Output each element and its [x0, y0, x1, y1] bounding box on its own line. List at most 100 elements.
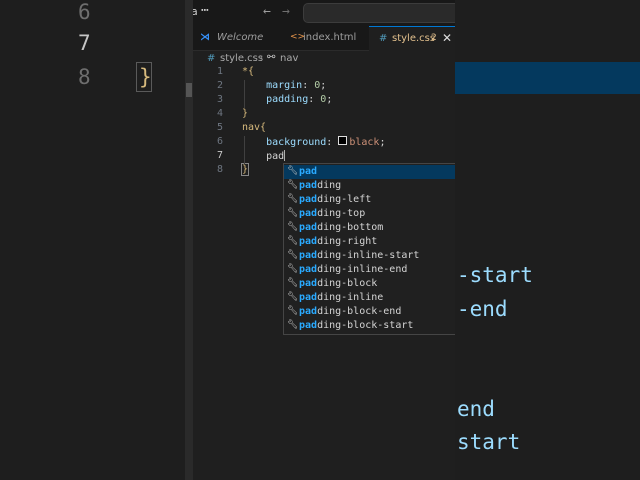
suggestion-match: pad — [299, 194, 318, 205]
tab-welcome[interactable]: ⋊ Welcome — [193, 26, 281, 50]
suggestion-match: pad — [299, 208, 318, 219]
suggestion-label: pad — [299, 166, 317, 177]
problems-count-badge: 2 — [431, 33, 437, 43]
line-number: 7 — [216, 150, 223, 161]
code-token: *{ — [242, 66, 255, 77]
code-token: ; — [320, 80, 327, 91]
tab-style-css[interactable]: # style.css 2 ✕ — [369, 26, 455, 51]
code-line[interactable]: margin: 0; — [242, 80, 326, 91]
code-line[interactable]: background: black; — [242, 136, 385, 148]
backdrop-selection — [455, 62, 640, 94]
code-line[interactable]: } — [240, 163, 250, 176]
backdrop-line-number: 6 — [78, 0, 91, 24]
code-token: padding — [242, 94, 309, 105]
code-line[interactable]: } — [242, 108, 248, 119]
css-hash-icon: # — [207, 53, 216, 64]
arrow-left-icon[interactable]: ← — [263, 4, 271, 19]
suggestion-match: pad — [299, 278, 318, 289]
code-line[interactable]: nav{ — [242, 122, 266, 133]
code-line[interactable]: *{ — [242, 66, 254, 77]
suggestion-item[interactable]: 🔧︎ padding-right — [284, 235, 455, 249]
code-line[interactable]: padding: 0; — [242, 94, 332, 105]
line-number: 4 — [216, 108, 223, 119]
suggestion-item[interactable]: 🔧︎ pad — [284, 165, 455, 179]
close-icon[interactable]: ✕ — [442, 31, 452, 45]
breadcrumb: # style.css › ⚯ nav — [193, 50, 455, 68]
suggestion-match: pad — [299, 236, 318, 247]
wrench-icon: 🔧︎ — [287, 236, 299, 246]
suggestion-match: pad — [299, 320, 318, 331]
wrench-icon: 🔧︎ — [287, 306, 299, 316]
color-swatch[interactable] — [338, 136, 348, 145]
wrench-icon: 🔧︎ — [287, 166, 299, 176]
app-title-fragment: a — [193, 5, 198, 18]
text-cursor — [284, 150, 286, 161]
suggestion-label: padding-inline — [299, 292, 384, 303]
breadcrumb-file[interactable]: style.css — [220, 53, 263, 64]
backdrop-text: end — [457, 397, 495, 421]
suggestion-label: padding-right — [299, 236, 378, 247]
indent-guide — [244, 80, 245, 108]
wrench-icon: 🔧︎ — [287, 320, 299, 330]
code-line[interactable]: pad — [242, 150, 286, 162]
line-number: 5 — [216, 122, 223, 133]
backdrop-scroll-strip — [185, 0, 193, 480]
suggestion-label: padding-inline-start — [299, 250, 420, 261]
suggestion-label: padding-block-end — [299, 306, 402, 317]
wrench-icon: 🔧︎ — [287, 278, 299, 288]
line-number: 8 — [216, 164, 223, 175]
arrow-right-icon[interactable]: → — [282, 4, 290, 19]
wrench-icon: 🔧︎ — [287, 250, 299, 260]
suggestion-match: pad — [299, 306, 318, 317]
backdrop-text: -end — [457, 297, 508, 321]
line-number: 6 — [216, 136, 223, 147]
vscode-icon: ⋊ — [200, 32, 210, 43]
tab-label: index.html — [303, 32, 357, 43]
title-bar: a ⋯ ← → — [193, 0, 455, 26]
command-center-search[interactable] — [303, 3, 455, 23]
suggestion-label: padding-inline-end — [299, 264, 408, 275]
wrench-icon: 🔧︎ — [287, 194, 299, 204]
symbol-icon: ⚯ — [267, 52, 276, 63]
tab-bar: ⋊ Welcome <> index.html # style.css 2 ✕ — [193, 26, 455, 51]
wrench-icon: 🔧︎ — [287, 292, 299, 302]
suggestion-item[interactable]: 🔧︎ padding-block-end — [284, 305, 455, 319]
line-number: 2 — [216, 80, 223, 91]
backdrop-scroll-mark — [186, 83, 192, 97]
suggestion-item[interactable]: 🔧︎ padding-inline — [284, 291, 455, 305]
wrench-icon: 🔧︎ — [287, 222, 299, 232]
suggestion-item[interactable]: 🔧︎ padding — [284, 179, 455, 193]
code-token: ; — [326, 94, 333, 105]
suggestion-match: pad — [299, 264, 318, 275]
ellipsis-icon[interactable]: ⋯ — [201, 3, 209, 18]
wrench-icon: 🔧︎ — [287, 264, 299, 274]
tab-label: Welcome — [217, 32, 264, 43]
code-token: } — [240, 163, 250, 176]
chevron-right-icon: › — [259, 52, 263, 63]
tab-index-html[interactable]: <> index.html — [281, 26, 369, 50]
suggestion-item[interactable]: 🔧︎ padding-inline-end — [284, 263, 455, 277]
tab-label: style.css — [392, 33, 436, 44]
backdrop-line-number: 7 — [78, 31, 91, 55]
suggestion-item[interactable]: 🔧︎ padding-block-start — [284, 319, 455, 333]
code-token: : — [326, 137, 339, 148]
suggestion-item[interactable]: 🔧︎ padding-top — [284, 207, 455, 221]
suggestion-label: padding-left — [299, 194, 372, 205]
suggestion-match: pad — [299, 250, 318, 261]
css-hash-icon: # — [379, 33, 388, 44]
suggestion-label: padding-bottom — [299, 222, 384, 233]
suggestion-item[interactable]: 🔧︎ padding-left — [284, 193, 455, 207]
suggestion-item[interactable]: 🔧︎ padding-inline-start — [284, 249, 455, 263]
backdrop-line-number: 8 — [78, 65, 91, 89]
code-token: black — [349, 137, 380, 148]
suggest-widget: 🔧︎ pad 🔧︎ padding 🔧︎ padding-left 🔧︎ padding-to… — [283, 163, 455, 335]
suggestion-match: pad — [299, 222, 318, 233]
code-token: : — [302, 80, 315, 91]
wrench-icon: 🔧︎ — [287, 180, 299, 190]
suggestion-match: pad — [299, 166, 318, 177]
suggestion-item[interactable]: 🔧︎ padding-block — [284, 277, 455, 291]
breadcrumb-symbol[interactable]: nav — [280, 53, 298, 64]
suggestion-item[interactable]: 🔧︎ padding-bottom — [284, 221, 455, 235]
backdrop-text: -start — [457, 263, 533, 287]
suggestion-match: pad — [299, 180, 318, 191]
